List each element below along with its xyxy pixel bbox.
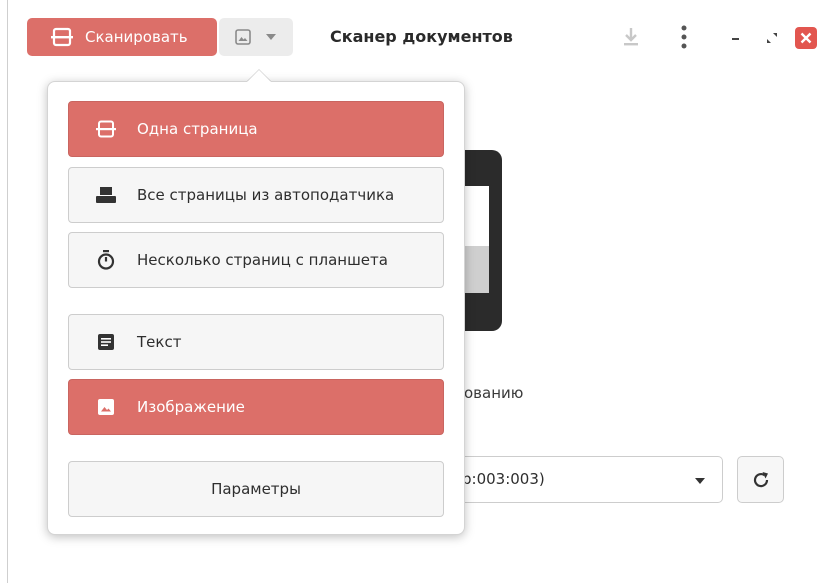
scan-button-label: Сканировать xyxy=(85,28,188,46)
text-document-icon xyxy=(95,331,117,353)
maximize-icon xyxy=(766,32,778,44)
image-icon xyxy=(95,396,117,418)
download-icon xyxy=(622,27,640,47)
chevron-down-icon xyxy=(265,33,277,41)
close-button[interactable] xyxy=(795,27,817,49)
refresh-devices-button[interactable] xyxy=(737,456,784,503)
menu-item-image[interactable]: Изображение xyxy=(68,379,444,435)
document-type-menu-button[interactable] xyxy=(219,18,293,56)
menu-item-label: Одна страница xyxy=(137,120,258,138)
dropdown-arrow-icon xyxy=(694,477,706,485)
menu-item-label: Все страницы из автоподатчика xyxy=(137,186,395,204)
preferences-button[interactable]: Параметры xyxy=(68,461,444,517)
window-title: Сканер документов xyxy=(330,27,513,46)
menu-button[interactable] xyxy=(674,24,694,50)
maximize-button[interactable] xyxy=(762,28,782,48)
popover-arrow-inner xyxy=(247,70,271,82)
scan-button[interactable]: Сканировать xyxy=(27,18,217,56)
menu-item-text[interactable]: Текст xyxy=(68,314,444,370)
preferences-label: Параметры xyxy=(211,480,301,498)
image-icon xyxy=(235,29,251,45)
menu-item-label: Изображение xyxy=(137,398,245,416)
scan-icon xyxy=(51,27,73,47)
save-button[interactable] xyxy=(620,26,642,48)
feeder-icon xyxy=(95,184,117,206)
scan-options-popover: Одна страница Все страницы из автоподатч… xyxy=(47,81,465,535)
device-select-value: b:003:003) xyxy=(462,470,545,488)
menu-item-label: Несколько страниц с планшета xyxy=(137,251,388,269)
hint-text: ованию xyxy=(464,384,524,402)
close-icon xyxy=(800,32,812,44)
timer-icon xyxy=(95,249,117,271)
refresh-icon xyxy=(752,471,770,489)
single-page-scan-icon xyxy=(95,118,117,140)
more-vertical-icon xyxy=(681,25,687,49)
menu-item-label: Текст xyxy=(137,333,182,351)
device-select[interactable]: b:003:003) xyxy=(458,456,723,503)
menu-item-single-page[interactable]: Одна страница xyxy=(68,101,444,157)
menu-item-all-pages-feeder[interactable]: Все страницы из автоподатчика xyxy=(68,167,444,223)
menu-item-multiple-pages-flatbed[interactable]: Несколько страниц с планшета xyxy=(68,232,444,288)
minimize-icon xyxy=(731,32,741,42)
minimize-button[interactable] xyxy=(727,28,745,46)
